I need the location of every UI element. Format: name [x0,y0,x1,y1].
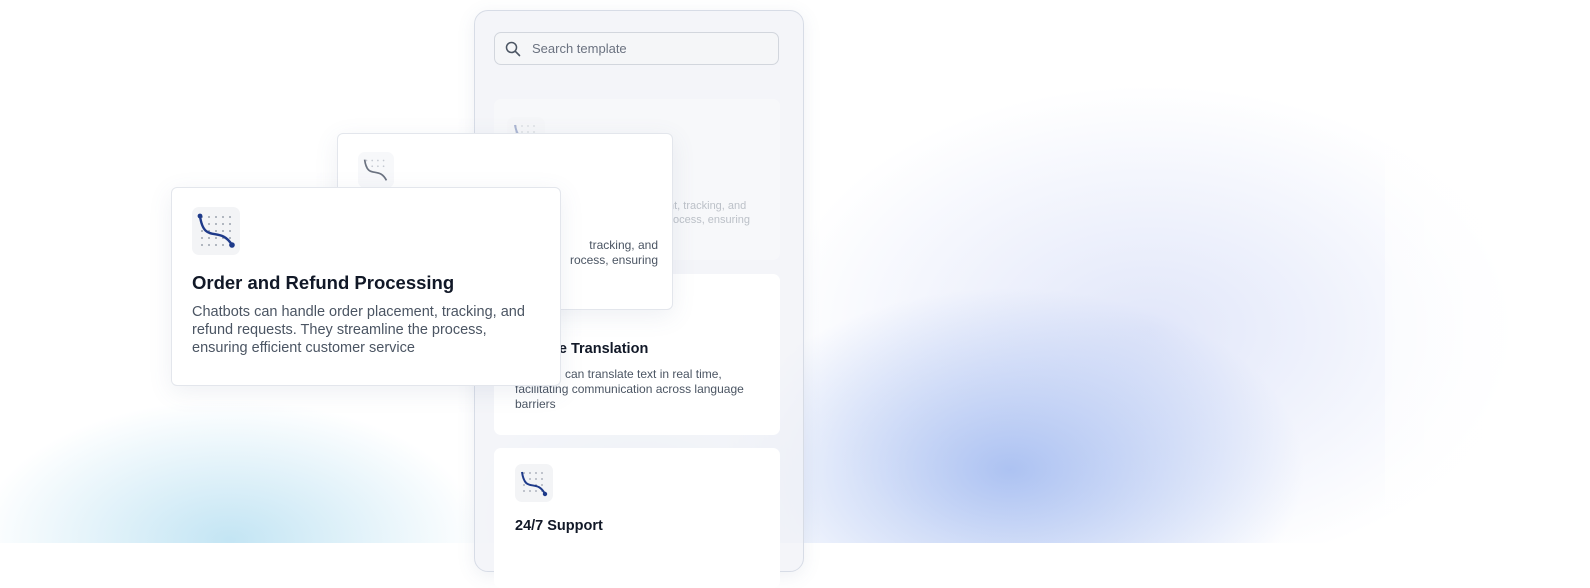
card-desc-line: barriers [515,397,556,411]
card-title: 24/7 Support [515,518,603,534]
flow-icon [192,207,240,255]
search-icon [505,41,521,57]
card-desc-line: nt, tracking, and [668,200,747,212]
flow-icon [515,464,553,502]
template-card-24-7-support[interactable]: 24/7 Support [494,448,780,588]
card-desc-line: can translate text in real time, [565,367,722,381]
floating-template-card-front[interactable]: Order and Refund Processing Chatbots can… [171,187,561,386]
flow-icon [358,152,394,188]
search-input[interactable] [530,40,764,57]
search-bar[interactable] [494,32,779,65]
card-description: Chatbots can handle order placement, tra… [192,304,525,356]
card-title: Order and Refund Processing [192,272,455,293]
card-title: ge Translation [550,341,649,357]
